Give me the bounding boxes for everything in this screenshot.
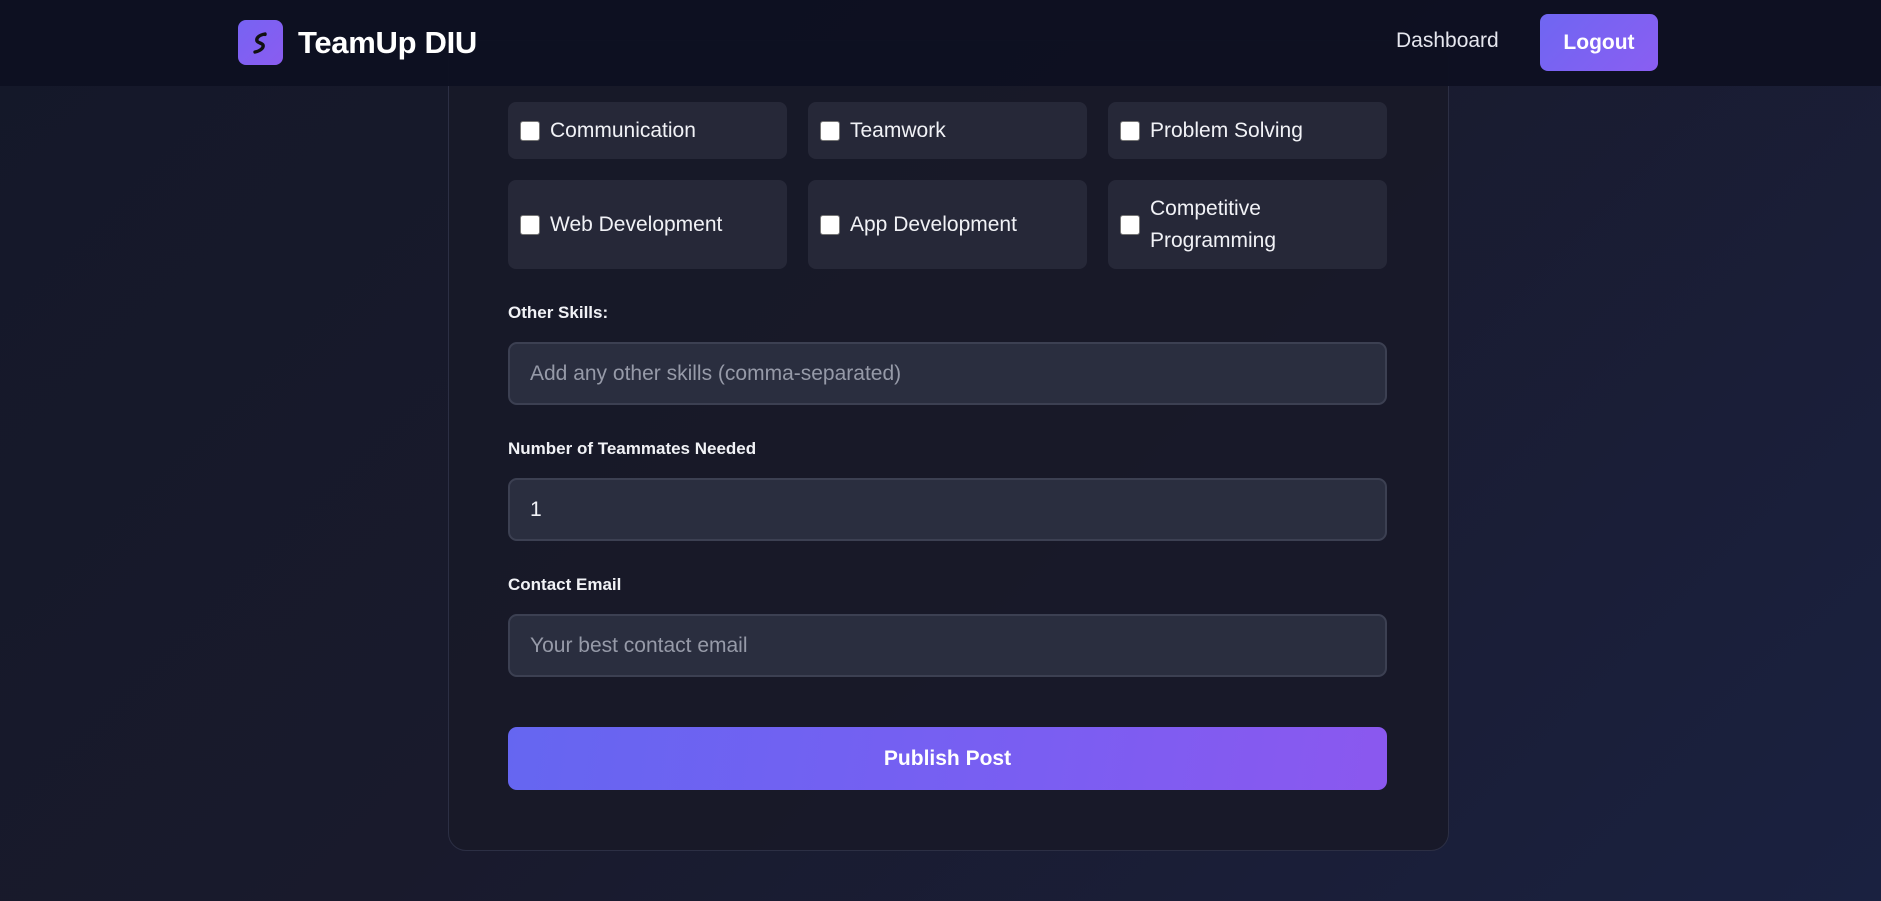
skill-label: Teamwork <box>850 118 946 142</box>
skill-label: Web Development <box>550 212 723 236</box>
brand-name: TeamUp DIU <box>298 24 478 60</box>
checkbox[interactable] <box>1120 120 1140 141</box>
checkbox[interactable] <box>820 214 840 235</box>
contact-email-label: Contact Email <box>508 575 622 594</box>
checkbox[interactable] <box>820 120 840 141</box>
contact-email-placeholder: Your best contact email <box>530 633 748 657</box>
teammates-needed-value: 1 <box>530 497 542 521</box>
publish-post-button[interactable]: Publish Post <box>508 727 1387 790</box>
rocket-icon <box>238 20 283 65</box>
top-navbar: TeamUp DIU Dashboard Logout <box>0 0 1881 86</box>
skill-label: App Development <box>850 212 1017 236</box>
brand[interactable]: TeamUp DIU <box>238 20 477 65</box>
skill-option-competitive-programming[interactable]: Competitive Programming <box>1108 180 1387 269</box>
logout-button[interactable]: Logout <box>1540 14 1658 71</box>
checkbox[interactable] <box>520 120 540 141</box>
skill-option-teamwork[interactable]: Teamwork <box>808 102 1087 159</box>
skill-option-communication[interactable]: Communication <box>508 102 787 159</box>
skill-option-problem-solving[interactable]: Problem Solving <box>1108 102 1387 159</box>
skills-checkbox-grid: Communication Teamwork Problem Solving W… <box>508 102 1387 269</box>
checkbox[interactable] <box>1120 214 1140 235</box>
skill-option-app-development[interactable]: App Development <box>808 180 1087 269</box>
checkbox[interactable] <box>520 214 540 235</box>
skill-label: Competitive Programming <box>1150 196 1277 252</box>
skill-option-web-development[interactable]: Web Development <box>508 180 787 269</box>
nav-link-dashboard[interactable]: Dashboard <box>1396 29 1499 53</box>
contact-email-input[interactable]: Your best contact email <box>508 614 1387 677</box>
other-skills-placeholder: Add any other skills (comma-separated) <box>530 361 902 385</box>
teammates-needed-label: Number of Teammates Needed <box>508 439 757 458</box>
skill-label: Communication <box>550 118 696 142</box>
teammates-needed-input[interactable]: 1 <box>508 478 1387 541</box>
other-skills-label: Other Skills: <box>508 303 609 322</box>
skill-label: Problem Solving <box>1150 118 1303 142</box>
other-skills-input[interactable]: Add any other skills (comma-separated) <box>508 342 1387 405</box>
